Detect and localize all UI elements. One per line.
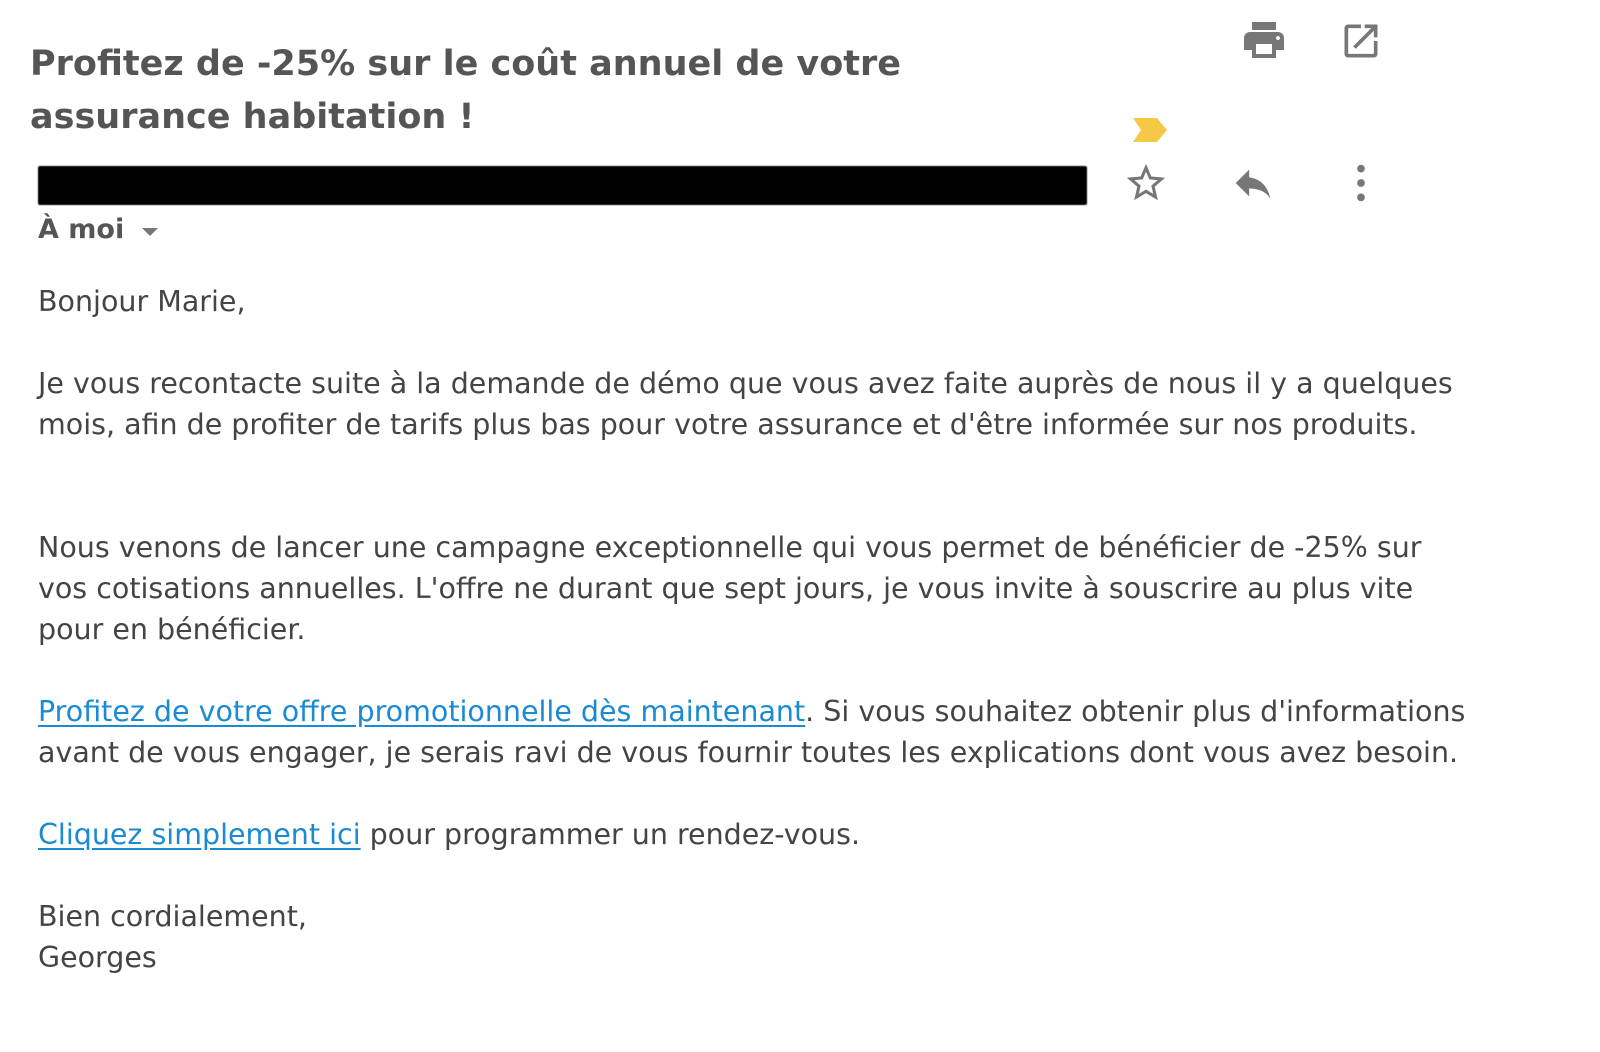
paragraph-1-line-2: mois, afin de profiter de tarifs plus ba… bbox=[38, 408, 1418, 441]
paragraph-1-line-1: Je vous recontacte suite à la demande de… bbox=[38, 367, 1453, 400]
paragraph-2-line-2: vos cotisations annuelles. L'offre ne du… bbox=[38, 572, 1414, 605]
paragraph-4-rest: pour programmer un rendez-vous. bbox=[360, 818, 861, 851]
recipient-label: À moi bbox=[38, 214, 125, 245]
recipient-dropdown[interactable]: À moi bbox=[38, 214, 159, 245]
signature-name: Georges bbox=[38, 941, 157, 974]
email-paragraph-4: Cliquez simplement ici pour programmer u… bbox=[38, 814, 1578, 855]
paragraph-3-line-2: avant de vous engager, je serais ravi de… bbox=[38, 736, 1459, 769]
sender-redacted bbox=[38, 166, 1087, 205]
email-signoff: Bien cordialement, Georges bbox=[38, 896, 1578, 978]
email-greeting: Bonjour Marie, bbox=[38, 285, 246, 318]
subject-line-2: assurance habitation ! bbox=[30, 97, 475, 137]
paragraph-2-line-1: Nous venons de lancer une campagne excep… bbox=[38, 531, 1422, 564]
paragraph-3-line-1-rest: . Si vous souhaitez obtenir plus d'infor… bbox=[805, 695, 1466, 728]
email-paragraph-2: Nous venons de lancer une campagne excep… bbox=[38, 527, 1578, 650]
email-subject: Profitez de -25% sur le coût annuel de v… bbox=[30, 38, 1030, 144]
more-vertical-icon[interactable] bbox=[1336, 158, 1386, 208]
open-in-new-window-icon[interactable] bbox=[1336, 16, 1386, 66]
appointment-link[interactable]: Cliquez simplement ici bbox=[38, 818, 361, 851]
print-icon[interactable] bbox=[1239, 15, 1289, 65]
star-icon[interactable] bbox=[1121, 158, 1171, 208]
chevron-down-icon bbox=[142, 227, 159, 236]
subject-line-1: Profitez de -25% sur le coût annuel de v… bbox=[30, 44, 901, 84]
paragraph-2-line-3: pour en bénéficier. bbox=[38, 613, 306, 646]
email-paragraph-3: Profitez de votre offre promotionnelle d… bbox=[38, 691, 1578, 773]
importance-marker-icon[interactable] bbox=[1131, 116, 1171, 144]
closing-text: Bien cordialement, bbox=[38, 900, 307, 933]
offer-link[interactable]: Profitez de votre offre promotionnelle d… bbox=[38, 695, 805, 728]
reply-icon[interactable] bbox=[1228, 158, 1278, 208]
email-paragraph-1: Je vous recontacte suite à la demande de… bbox=[38, 363, 1578, 445]
